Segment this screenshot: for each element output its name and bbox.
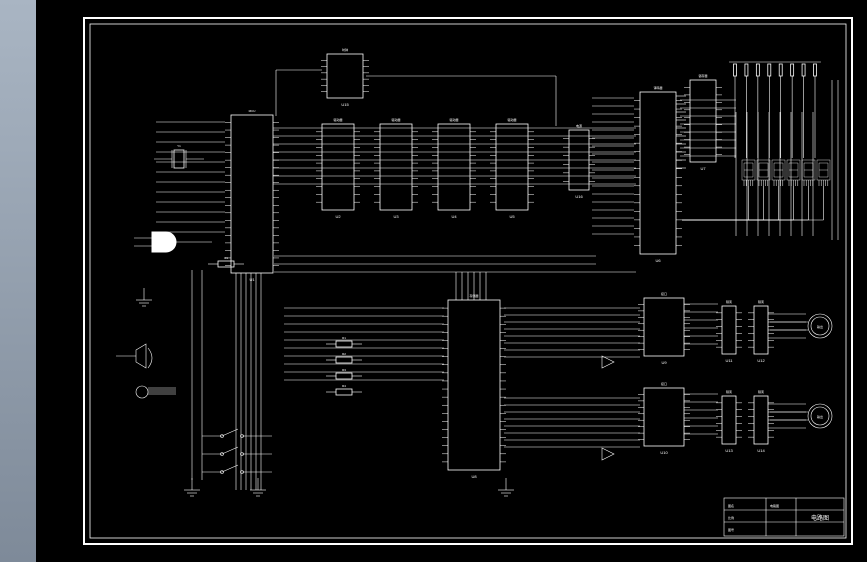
svg-text:R2: R2 (342, 352, 346, 356)
ground-symbol (184, 478, 200, 496)
bus-bottom (284, 308, 640, 447)
svg-text:隔离: 隔离 (726, 299, 732, 304)
display-2 (772, 160, 785, 186)
svg-text:U1: U1 (249, 277, 255, 282)
chip-U12[interactable]: U12 隔离 (748, 299, 774, 363)
svg-text:图号: 图号 (728, 527, 734, 532)
probe-icon (136, 386, 176, 398)
svg-text:U16: U16 (575, 194, 583, 199)
svg-text:U10: U10 (660, 450, 668, 455)
chip-U9[interactable]: U9 接口 (638, 291, 690, 365)
svg-text:电路图: 电路图 (770, 503, 779, 508)
chip-U13[interactable]: U13 隔离 (716, 389, 742, 453)
bus-top (273, 100, 736, 184)
chip-U10[interactable]: U10 接口 (638, 381, 690, 455)
svg-text:电源: 电源 (576, 123, 582, 128)
ground-symbol (250, 478, 266, 496)
output-connectors: 输出输出 (770, 314, 832, 428)
switch-S3[interactable] (202, 465, 272, 474)
svg-text:U14: U14 (757, 448, 765, 453)
ground-symbol (498, 478, 514, 496)
discrete-components: R1 R2 R3 R4 C1 (208, 256, 362, 395)
cad-canvas[interactable]: 电路图图名电路图比例图号 U1MCUU2驱动器U3驱动器U4驱动器U5驱动器U6… (36, 0, 867, 562)
svg-text:U15: U15 (341, 102, 349, 107)
led-assembly (134, 232, 212, 252)
svg-text:图名: 图名 (728, 503, 734, 508)
chip-U8[interactable]: U8存储器 (442, 293, 506, 479)
component-R2: R2 (326, 352, 362, 363)
chip-U6[interactable]: U6 译码器 (634, 85, 682, 263)
svg-text:输出: 输出 (817, 324, 823, 329)
chip-U11[interactable]: U11 隔离 (716, 299, 742, 363)
connector-J1[interactable]: 输出 (770, 314, 832, 338)
svg-text:驱动器: 驱动器 (333, 117, 342, 122)
svg-text:U8: U8 (471, 474, 477, 479)
svg-text:U7: U7 (700, 166, 706, 171)
svg-text:隔离: 隔离 (758, 299, 764, 304)
schematic-drawing[interactable]: 电路图图名电路图比例图号 U1MCUU2驱动器U3驱动器U4驱动器U5驱动器U6… (36, 0, 867, 562)
display-0 (742, 160, 755, 186)
svg-text:U6: U6 (655, 258, 661, 263)
crystal: Y1 (154, 144, 204, 168)
svg-text:U3: U3 (393, 214, 399, 219)
chip-U16[interactable]: U16 电源 (563, 123, 595, 199)
svg-text:接口: 接口 (661, 291, 667, 296)
display-3 (787, 160, 800, 186)
switch-S2[interactable] (202, 447, 272, 456)
component-R3: R3 (326, 368, 362, 379)
svg-text:U5: U5 (509, 214, 515, 219)
svg-text:隔离: 隔离 (726, 389, 732, 394)
svg-text:C1: C1 (224, 256, 228, 260)
svg-text:接口: 接口 (661, 381, 667, 386)
resistor-network (729, 62, 821, 158)
svg-text:U13: U13 (725, 448, 733, 453)
svg-text:输出: 输出 (817, 414, 823, 419)
chips-layer: U1 MCU U2 驱动器 U3 驱动器 U4 驱动器 U5 驱动器 U6 译码器 U7 锁存器 U8存储器… (225, 47, 774, 479)
svg-text:MCU: MCU (249, 109, 256, 113)
svg-text:U12: U12 (757, 358, 765, 363)
chip-U14[interactable]: U14 隔离 (748, 389, 774, 453)
svg-text:U9: U9 (661, 360, 667, 365)
switches-layer (202, 429, 272, 474)
wiring-layer (116, 70, 838, 490)
svg-text:隔离: 隔离 (758, 389, 764, 394)
svg-text:锁存器: 锁存器 (698, 73, 707, 78)
component-R1: R1 (326, 336, 362, 347)
svg-text:R1: R1 (342, 336, 346, 340)
svg-text:U4: U4 (451, 214, 457, 219)
buzzer-icon (116, 344, 152, 368)
svg-text:比例: 比例 (728, 515, 734, 520)
svg-text:R4: R4 (342, 384, 346, 388)
svg-text:Y1: Y1 (177, 144, 181, 148)
svg-text:驱动器: 驱动器 (507, 117, 516, 122)
ground-symbol (136, 288, 152, 306)
svg-text:时钟: 时钟 (342, 47, 348, 52)
title-block: 电路图图名电路图比例图号 (724, 498, 844, 536)
svg-text:U11: U11 (725, 358, 733, 363)
display-1 (757, 160, 770, 186)
titleblock-title: 电路图 (811, 514, 829, 522)
svg-text:驱动器: 驱动器 (449, 117, 458, 122)
svg-text:驱动器: 驱动器 (391, 117, 400, 122)
component-R4: R4 (326, 384, 362, 395)
app-viewport: 电路图图名电路图比例图号 U1MCUU2驱动器U3驱动器U4驱动器U5驱动器U6… (0, 0, 867, 562)
switch-S1[interactable] (202, 429, 272, 438)
svg-text:译码器: 译码器 (653, 85, 662, 90)
chip-U1[interactable]: U1 MCU (225, 109, 279, 282)
svg-text:U2: U2 (335, 214, 341, 219)
grounds-layer (136, 288, 514, 496)
chip-U15[interactable]: U15 时钟 (321, 47, 369, 107)
display-5 (817, 160, 830, 186)
svg-text:R3: R3 (342, 368, 346, 372)
connector-J2[interactable]: 输出 (770, 404, 832, 428)
